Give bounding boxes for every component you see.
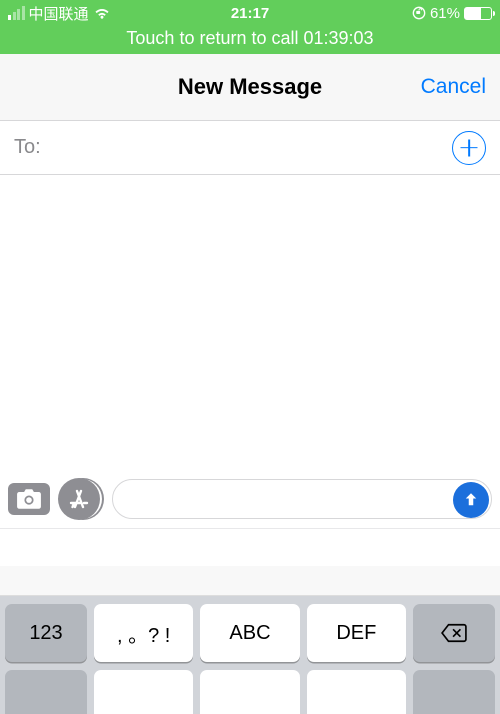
status-bar: 中国联通 21:17 61% [0, 0, 500, 24]
key-numbers[interactable]: 123 [5, 604, 87, 662]
key-partial-1[interactable] [94, 670, 193, 714]
key-def[interactable]: DEF [307, 604, 406, 662]
key-partial-right[interactable] [413, 670, 495, 714]
rotation-lock-icon [412, 6, 426, 20]
keyboard-row-partial [0, 670, 500, 714]
call-return-banner[interactable]: 中国联通 21:17 61% Touch to return to call 0… [0, 0, 500, 54]
camera-button[interactable] [8, 483, 50, 515]
call-return-text: Touch to return to call 01:39:03 [0, 24, 500, 52]
key-abc[interactable]: ABC [200, 604, 299, 662]
send-button[interactable] [453, 482, 489, 518]
cancel-button[interactable]: Cancel [421, 75, 486, 99]
suggestion-bar [0, 528, 500, 566]
key-partial-3[interactable] [307, 670, 406, 714]
message-body-area[interactable] [0, 175, 500, 470]
message-toolbar [0, 470, 500, 528]
page-title: New Message [178, 74, 322, 100]
key-punctuation[interactable]: , 。? ! [94, 604, 193, 662]
to-label: To: [14, 136, 41, 159]
keyboard-top-divider [0, 566, 500, 596]
nav-bar: New Message Cancel [0, 54, 500, 120]
keyboard: 123 , 。? ! ABC DEF [0, 596, 500, 670]
key-partial-2[interactable] [200, 670, 299, 714]
battery-percentage: 61% [430, 5, 460, 22]
app-store-button[interactable] [58, 478, 100, 520]
add-contact-button[interactable] [452, 131, 486, 165]
to-input[interactable] [41, 121, 452, 174]
battery-icon [464, 7, 492, 20]
to-field-row: To: [0, 120, 500, 175]
key-backspace[interactable] [413, 604, 495, 662]
message-input[interactable] [112, 479, 492, 519]
key-partial-left[interactable] [5, 670, 87, 714]
